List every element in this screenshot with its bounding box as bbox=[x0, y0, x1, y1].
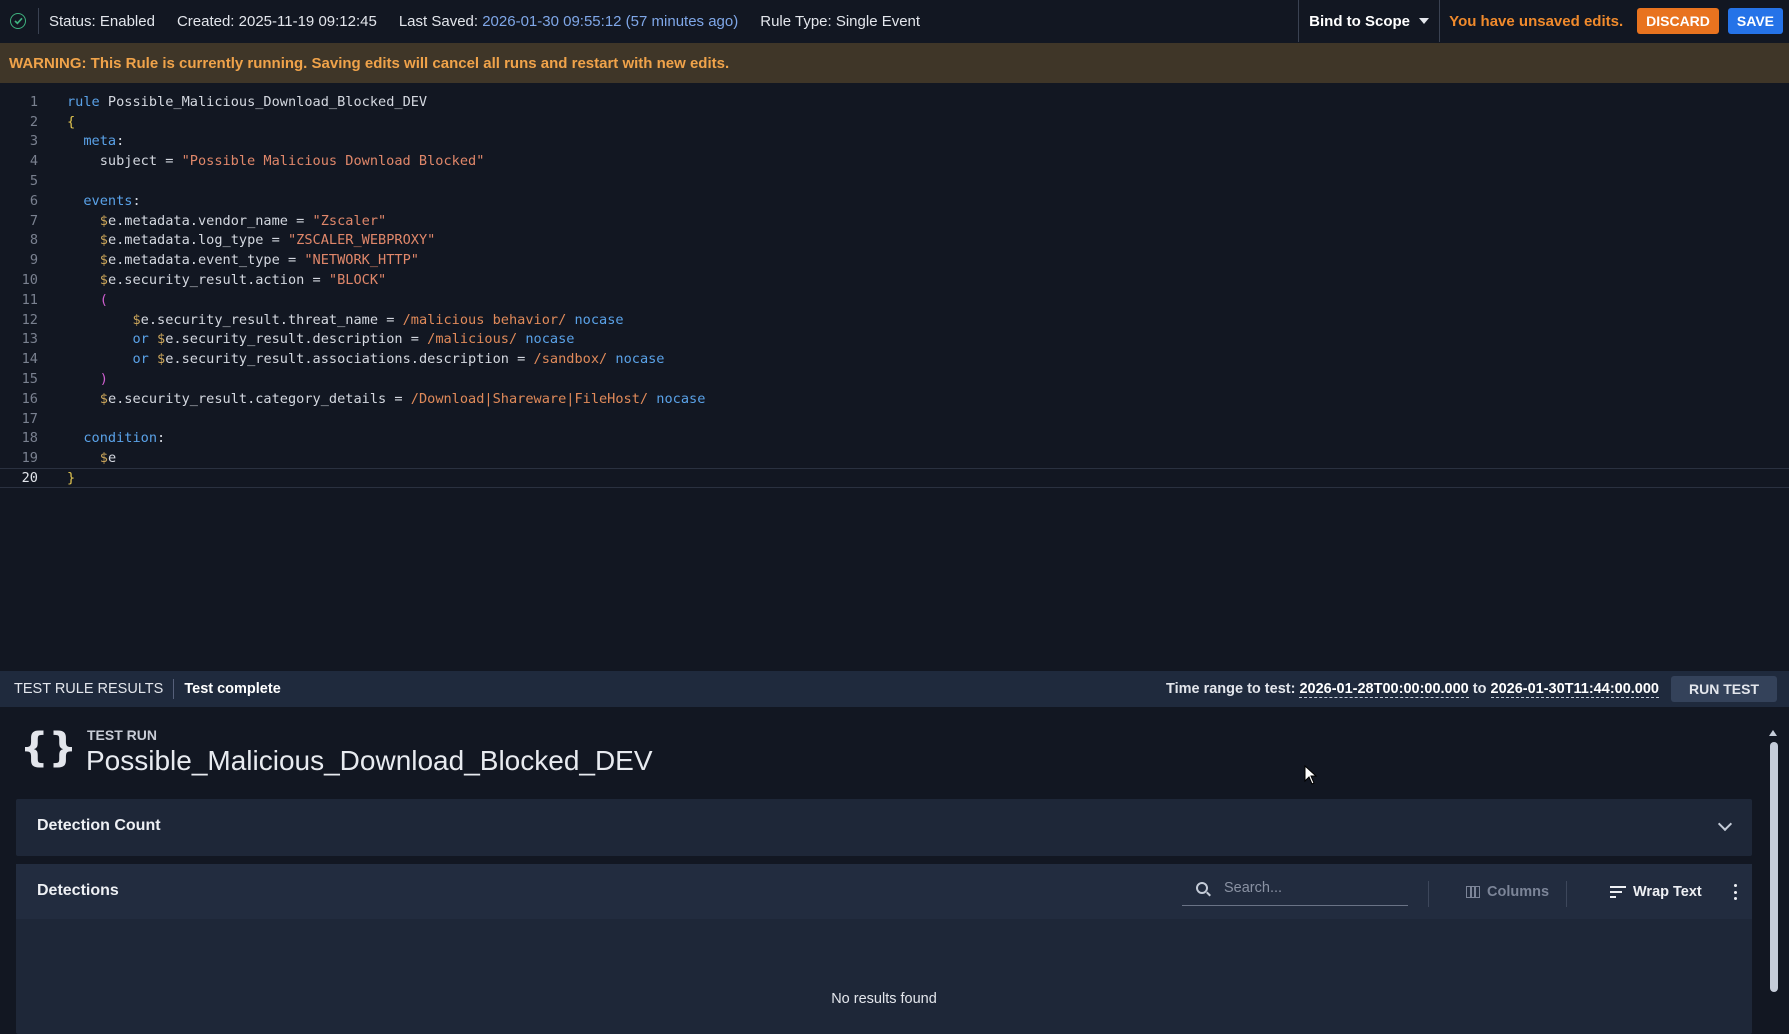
line-number: 4 bbox=[29, 153, 38, 170]
search-input[interactable] bbox=[1222, 878, 1392, 897]
divider bbox=[1566, 881, 1567, 907]
test-run-title: Possible_Malicious_Download_Blocked_DEV bbox=[86, 745, 653, 776]
code-line[interactable]: 16 $e.security_result.category_details =… bbox=[0, 389, 1789, 409]
detections-header: Detections Columns Wrap Text bbox=[16, 864, 1752, 919]
bind-to-scope-label: Bind to Scope bbox=[1309, 12, 1411, 30]
columns-button[interactable]: Columns bbox=[1466, 880, 1549, 904]
scroll-up-arrow-icon[interactable] bbox=[1769, 730, 1777, 736]
code-line[interactable]: 17 bbox=[0, 409, 1789, 429]
rule-status-bar: Status: Enabled Created: 2025-11-19 09:1… bbox=[0, 0, 1789, 42]
code-line[interactable]: 3 meta: bbox=[0, 132, 1789, 152]
code-line[interactable]: 2{ bbox=[0, 112, 1789, 132]
chevron-down-icon[interactable] bbox=[1717, 816, 1733, 832]
line-number: 5 bbox=[29, 173, 38, 190]
code-line[interactable]: 19 $e bbox=[0, 448, 1789, 468]
scrollbar-thumb[interactable] bbox=[1770, 742, 1778, 992]
unsaved-edits-notice: You have unsaved edits. bbox=[1449, 12, 1624, 30]
code-line[interactable]: 8 $e.metadata.log_type = "ZSCALER_WEBPRO… bbox=[0, 231, 1789, 251]
test-run-kicker: TEST RUN bbox=[87, 727, 157, 743]
code-line[interactable]: 14 or $e.security_result.associations.de… bbox=[0, 349, 1789, 369]
code-line[interactable]: 18 condition: bbox=[0, 429, 1789, 449]
time-range-to: to bbox=[1472, 681, 1487, 697]
line-number: 15 bbox=[21, 371, 38, 388]
line-number: 8 bbox=[29, 232, 38, 249]
line-number: 2 bbox=[29, 113, 38, 130]
test-rule-results-bar: TEST RULE RESULTS Test complete Time ran… bbox=[0, 671, 1789, 707]
divider bbox=[173, 679, 175, 699]
line-number: 7 bbox=[29, 212, 38, 229]
created-value: 2025-11-19 09:12:45 bbox=[238, 12, 377, 30]
status-label: Status: bbox=[49, 12, 96, 30]
code-line[interactable]: 11 ( bbox=[0, 290, 1789, 310]
divider bbox=[1428, 881, 1429, 907]
status-meta: Status: Enabled bbox=[49, 13, 155, 30]
more-options-icon[interactable] bbox=[1734, 884, 1738, 900]
line-number: 17 bbox=[21, 410, 38, 427]
line-number: 19 bbox=[21, 450, 38, 467]
check-circle-icon bbox=[10, 13, 26, 29]
test-run-panel: {} TEST RUN Possible_Malicious_Download_… bbox=[0, 707, 1789, 1034]
test-rule-results-label: TEST RULE RESULTS bbox=[14, 681, 164, 697]
created-meta: Created: 2025-11-19 09:12:45 bbox=[177, 13, 377, 30]
run-test-button[interactable]: RUN TEST bbox=[1671, 676, 1777, 702]
code-line[interactable]: 13 or $e.security_result.description = /… bbox=[0, 330, 1789, 350]
time-range-to-test: Time range to test: 2026-01-28T00:00:00.… bbox=[1165, 681, 1659, 698]
line-number: 9 bbox=[29, 252, 38, 269]
test-state: Test complete bbox=[184, 681, 281, 697]
bind-to-scope-dropdown[interactable]: Bind to Scope bbox=[1298, 0, 1441, 42]
line-number: 16 bbox=[21, 390, 38, 407]
no-results-message: No results found bbox=[831, 991, 937, 1007]
line-number: 1 bbox=[29, 93, 38, 110]
created-label: Created: bbox=[176, 12, 235, 30]
line-number: 14 bbox=[21, 351, 38, 368]
line-number: 18 bbox=[21, 430, 38, 447]
wrap-text-label: Wrap Text bbox=[1633, 884, 1702, 900]
detections-search[interactable] bbox=[1182, 870, 1408, 906]
rule-type-value: Single Event bbox=[835, 12, 921, 30]
last-saved-meta: Last Saved: 2026-01-30 09:55:12 (57 minu… bbox=[399, 13, 738, 30]
code-line-active[interactable]: 20} bbox=[0, 468, 1789, 488]
code-line[interactable]: 4 subject = "Possible Malicious Download… bbox=[0, 151, 1789, 171]
code-line[interactable]: 6 events: bbox=[0, 191, 1789, 211]
code-line[interactable]: 12 $e.security_result.threat_name = /mal… bbox=[0, 310, 1789, 330]
line-number: 13 bbox=[21, 331, 38, 348]
time-range-start[interactable]: 2026-01-28T00:00:00.000 bbox=[1299, 681, 1469, 698]
code-line[interactable]: 7 $e.metadata.vendor_name = "Zscaler" bbox=[0, 211, 1789, 231]
time-range-label: Time range to test: bbox=[1165, 681, 1296, 697]
line-number: 3 bbox=[29, 133, 38, 150]
rule-type-label: Rule Type: bbox=[760, 12, 832, 30]
line-number: 10 bbox=[21, 272, 38, 289]
detection-count-panel[interactable]: Detection Count bbox=[16, 799, 1752, 856]
wrap-text-button[interactable]: Wrap Text bbox=[1610, 880, 1702, 904]
search-icon bbox=[1196, 881, 1208, 894]
last-saved-label: Last Saved: bbox=[398, 12, 479, 30]
code-line[interactable]: 1 rule Possible_Malicious_Download_Blocke… bbox=[0, 92, 1789, 112]
code-line[interactable]: 5 bbox=[0, 171, 1789, 191]
detection-count-title: Detection Count bbox=[37, 817, 161, 834]
code-line[interactable]: 9 $e.metadata.event_type = "NETWORK_HTTP… bbox=[0, 250, 1789, 270]
detections-title: Detections bbox=[37, 882, 119, 899]
wrap-text-icon bbox=[1610, 885, 1626, 899]
code-line[interactable]: 10 $e.security_result.action = "BLOCK" bbox=[0, 270, 1789, 290]
rule-type-meta: Rule Type: Single Event bbox=[760, 13, 920, 30]
discard-button[interactable]: DISCARD bbox=[1637, 8, 1719, 34]
line-number: 11 bbox=[21, 291, 38, 308]
caret-down-icon bbox=[1419, 18, 1430, 24]
line-number: 20 bbox=[21, 470, 38, 487]
line-number: 12 bbox=[21, 311, 38, 328]
time-range-end[interactable]: 2026-01-30T11:44:00.000 bbox=[1490, 681, 1659, 698]
mouse-cursor-icon bbox=[1304, 765, 1318, 785]
columns-label: Columns bbox=[1487, 884, 1550, 900]
curly-braces-icon: {} bbox=[20, 725, 77, 771]
line-number: 6 bbox=[29, 192, 38, 209]
rule-running-warning: WARNING: This Rule is currently running.… bbox=[0, 43, 1789, 83]
code-line[interactable]: 15 ) bbox=[0, 369, 1789, 389]
last-saved-link[interactable]: 2026-01-30 09:55:12 (57 minutes ago) bbox=[482, 13, 738, 30]
code-editor[interactable]: 1 rule Possible_Malicious_Download_Blocke… bbox=[0, 83, 1789, 671]
divider bbox=[38, 8, 39, 34]
detections-panel: Detections Columns Wrap Text No re bbox=[16, 864, 1752, 1034]
save-button[interactable]: SAVE bbox=[1727, 8, 1783, 34]
columns-icon bbox=[1466, 886, 1480, 898]
status-value: Enabled bbox=[99, 12, 155, 30]
